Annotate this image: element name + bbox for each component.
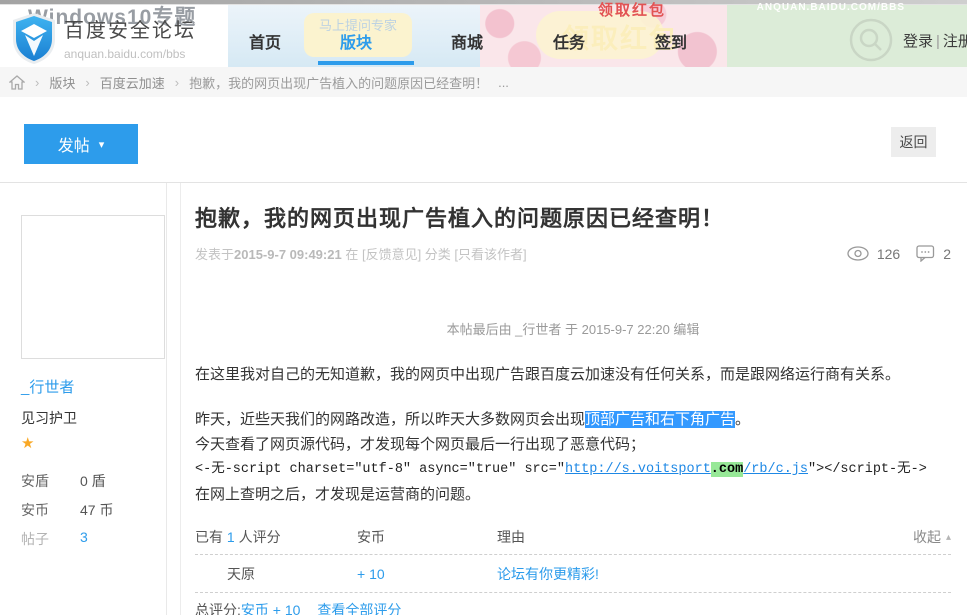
chevron-separator-icon: › bbox=[85, 75, 89, 90]
stat-row-shield: 安盾 0 盾 bbox=[21, 471, 166, 491]
meta-author-filter-link[interactable]: [只看该作者] bbox=[454, 247, 526, 262]
site-subtitle: anquan.baidu.com/bbs bbox=[64, 47, 196, 61]
stat-row-coin: 安币 47 币 bbox=[21, 500, 166, 520]
caret-down-icon: ▾ bbox=[99, 138, 105, 151]
shield-logo-icon bbox=[10, 12, 58, 65]
reason-column-header: 理由 bbox=[497, 527, 913, 547]
breadcrumb-ellipsis: ... bbox=[498, 75, 509, 90]
code-url-link[interactable]: /rb/c.js bbox=[743, 462, 808, 477]
rating-row: 天原 + 10 论坛有你更精彩! bbox=[195, 555, 951, 592]
meta-mid2: 分类 bbox=[421, 247, 454, 262]
rating-count: 1 bbox=[227, 529, 235, 545]
logo-text[interactable]: 百度安全论坛 anquan.baidu.com/bbs bbox=[64, 14, 196, 61]
meta-prefix: 发表于 bbox=[195, 247, 234, 262]
text-run: 昨天，近些天我们的网路改造，所以昨天大多数网页会出现 bbox=[195, 411, 585, 428]
rating-reason: 论坛有你更精彩! bbox=[497, 564, 951, 584]
nav-signin[interactable]: 签到 bbox=[655, 29, 687, 53]
text-run: 已有 bbox=[195, 529, 227, 545]
back-button[interactable]: 返回 bbox=[891, 127, 936, 157]
breadcrumb-forum[interactable]: 百度云加速 bbox=[100, 73, 165, 92]
post-main: 抱歉，我的网页出现广告植入的问题原因已经查明！ 发表于2015-9-7 09:4… bbox=[180, 183, 967, 615]
auth-divider: | bbox=[936, 33, 940, 50]
nav-sections-active[interactable]: 版块 bbox=[340, 29, 372, 53]
edit-note: 本帖最后由 _行世者 于 2015-9-7 22:20 编辑 bbox=[195, 319, 951, 338]
post-title: 抱歉，我的网页出现广告植入的问题原因已经查明！ bbox=[195, 201, 951, 233]
breadcrumb: › 版块 › 百度云加速 › 抱歉，我的网页出现广告植入的问题原因已经查明！ .… bbox=[0, 67, 967, 97]
new-post-button[interactable]: 发帖 ▾ bbox=[24, 124, 138, 164]
selected-text-highlight: 顶部广告和右下角广告 bbox=[585, 411, 735, 428]
comment-count: 2 bbox=[943, 246, 951, 262]
code-text: "></script-无-> bbox=[808, 462, 927, 477]
avatar[interactable] bbox=[21, 215, 165, 359]
author-stats: 安盾 0 盾 安币 47 币 帖子 3 bbox=[21, 471, 166, 549]
post-counters: 126 2 bbox=[847, 245, 951, 262]
post-paragraph: 在这里我对自己的无知道歉，我的网页中出现广告跟百度云加速没有任何关系，而是跟网络… bbox=[195, 362, 951, 387]
nav-home[interactable]: 首页 bbox=[249, 29, 281, 53]
auth-links: 登录|注册 bbox=[903, 30, 967, 51]
stat-label: 安盾 bbox=[21, 471, 80, 491]
rating-count-cell: 已有 1 人评分 bbox=[195, 527, 357, 547]
code-text: <-无-script charset="utf-8" async="true" … bbox=[195, 462, 565, 477]
rating-total-row: 总评分: 安币 + 10 查看全部评分 bbox=[195, 593, 951, 615]
nav-tasks[interactable]: 任务 bbox=[553, 29, 585, 53]
malicious-code-line: <-无-script charset="utf-8" async="true" … bbox=[195, 457, 951, 482]
rating-user: 天原 bbox=[195, 564, 357, 584]
login-link[interactable]: 登录 bbox=[903, 33, 933, 50]
view-all-ratings-link[interactable]: 查看全部评分 bbox=[317, 600, 401, 615]
meta-category-link[interactable]: [反馈意见] bbox=[362, 247, 421, 262]
text-run: 人评分 bbox=[235, 529, 281, 545]
author-username[interactable]: _行世者 bbox=[21, 376, 166, 397]
post-paragraph: 昨天，近些天我们的网路改造，所以昨天大多数网页会出现顶部广告和右下角广告。 bbox=[195, 407, 951, 432]
total-value: 安币 + 10 bbox=[241, 600, 301, 615]
site-title: 百度安全论坛 bbox=[64, 14, 196, 43]
chevron-separator-icon: › bbox=[175, 75, 179, 90]
post-meta-row: 发表于2015-9-7 09:49:21 在 [反馈意见] 分类 [只看该作者]… bbox=[195, 244, 951, 263]
active-tab-underline bbox=[318, 61, 414, 65]
rating-section: 已有 1 人评分 安币 理由 收起 ▴ 天原 + 10 论坛有你更精彩! 总评分… bbox=[195, 520, 951, 615]
coin-column-header: 安币 bbox=[357, 527, 497, 547]
meta-date: 2015-9-7 09:49:21 bbox=[234, 247, 342, 262]
site-header: Windows10专题 百度安全论坛 anquan.baidu.com/bbs … bbox=[0, 5, 967, 67]
stat-label: 安币 bbox=[21, 500, 80, 520]
collapse-label: 收起 bbox=[913, 527, 941, 547]
stat-value: 0 盾 bbox=[80, 471, 106, 491]
new-post-label: 发帖 bbox=[58, 132, 90, 156]
breadcrumb-sections[interactable]: 版块 bbox=[49, 73, 75, 92]
stat-value: 47 币 bbox=[80, 500, 113, 520]
nav-mall[interactable]: 商城 bbox=[451, 29, 483, 53]
thread-content: _行世者 见习护卫 ★ 安盾 0 盾 安币 47 币 帖子 3 抱歉，我的网页出… bbox=[0, 182, 967, 615]
url-watermark: ANQUAN.BAIDU.COM/BBS bbox=[757, 2, 905, 13]
breadcrumb-topic: 抱歉，我的网页出现广告植入的问题原因已经查明！ bbox=[189, 73, 488, 92]
eye-icon bbox=[847, 246, 869, 261]
view-count: 126 bbox=[877, 246, 900, 262]
post-paragraph: 在网上查明之后，才发现是运营商的问题。 bbox=[195, 482, 951, 507]
post-paragraph-block: 昨天，近些天我们的网路改造，所以昨天大多数网页会出现顶部广告和右下角广告。 今天… bbox=[195, 407, 951, 507]
author-rank: 见习护卫 bbox=[21, 408, 166, 428]
meta-mid: 在 bbox=[342, 247, 362, 262]
comment-icon bbox=[916, 245, 935, 262]
post-meta: 发表于2015-9-7 09:49:21 在 [反馈意见] 分类 [只看该作者] bbox=[195, 244, 527, 263]
code-url-link[interactable]: http://s.voitsport bbox=[565, 462, 711, 477]
chevron-separator-icon: › bbox=[35, 75, 39, 90]
total-label: 总评分: bbox=[195, 600, 241, 615]
code-domain-highlight: .com bbox=[711, 462, 743, 477]
search-icon[interactable] bbox=[848, 17, 894, 63]
rating-header: 已有 1 人评分 安币 理由 收起 ▴ bbox=[195, 520, 951, 554]
home-icon[interactable] bbox=[9, 75, 25, 90]
caret-up-icon: ▴ bbox=[946, 532, 951, 543]
stat-value-posts-link[interactable]: 3 bbox=[80, 529, 88, 549]
register-link[interactable]: 注册 bbox=[943, 33, 967, 50]
star-icon: ★ bbox=[21, 434, 166, 452]
stat-row-posts: 帖子 3 bbox=[21, 529, 166, 549]
post-paragraph: 今天查看了网页源代码，才发现每个网页最后一行出现了恶意代码； bbox=[195, 432, 951, 457]
rating-coin: + 10 bbox=[357, 566, 497, 582]
thread-toolbar: 发帖 ▾ 返回 bbox=[0, 97, 967, 182]
text-run: 。 bbox=[735, 411, 750, 428]
author-sidebar: _行世者 见习护卫 ★ 安盾 0 盾 安币 47 币 帖子 3 bbox=[0, 183, 167, 615]
stat-label: 帖子 bbox=[21, 529, 80, 549]
collapse-button[interactable]: 收起 ▴ bbox=[913, 527, 951, 547]
